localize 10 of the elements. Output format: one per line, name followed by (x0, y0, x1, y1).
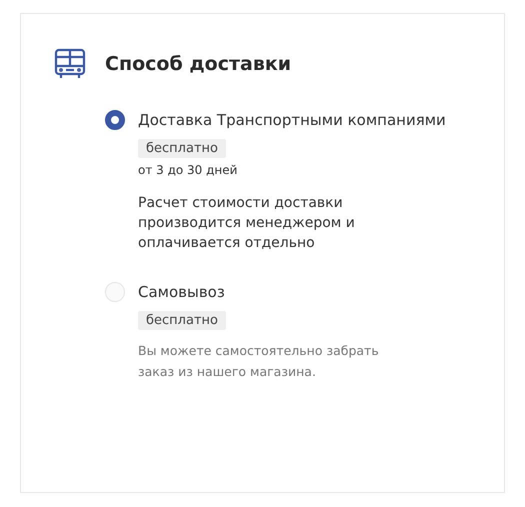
option-label[interactable]: Самовывоз (138, 281, 225, 303)
price-tag: бесплатно (138, 311, 226, 330)
radio-button[interactable] (105, 110, 125, 130)
delivery-term: от 3 до 30 дней (138, 162, 238, 179)
section-title: Способ доставки (105, 53, 292, 75)
option-description: Вы можете самостоятельно забрать заказ из нашего магазина. (138, 342, 380, 381)
option-description: Расчет стоимости доставки производится менеджером и оплачивается отдельно (138, 194, 356, 253)
price-tag: бесплатно (138, 139, 226, 158)
bus-icon (54, 48, 86, 80)
option-label[interactable]: Доставка Транспортными компаниями (138, 109, 446, 131)
